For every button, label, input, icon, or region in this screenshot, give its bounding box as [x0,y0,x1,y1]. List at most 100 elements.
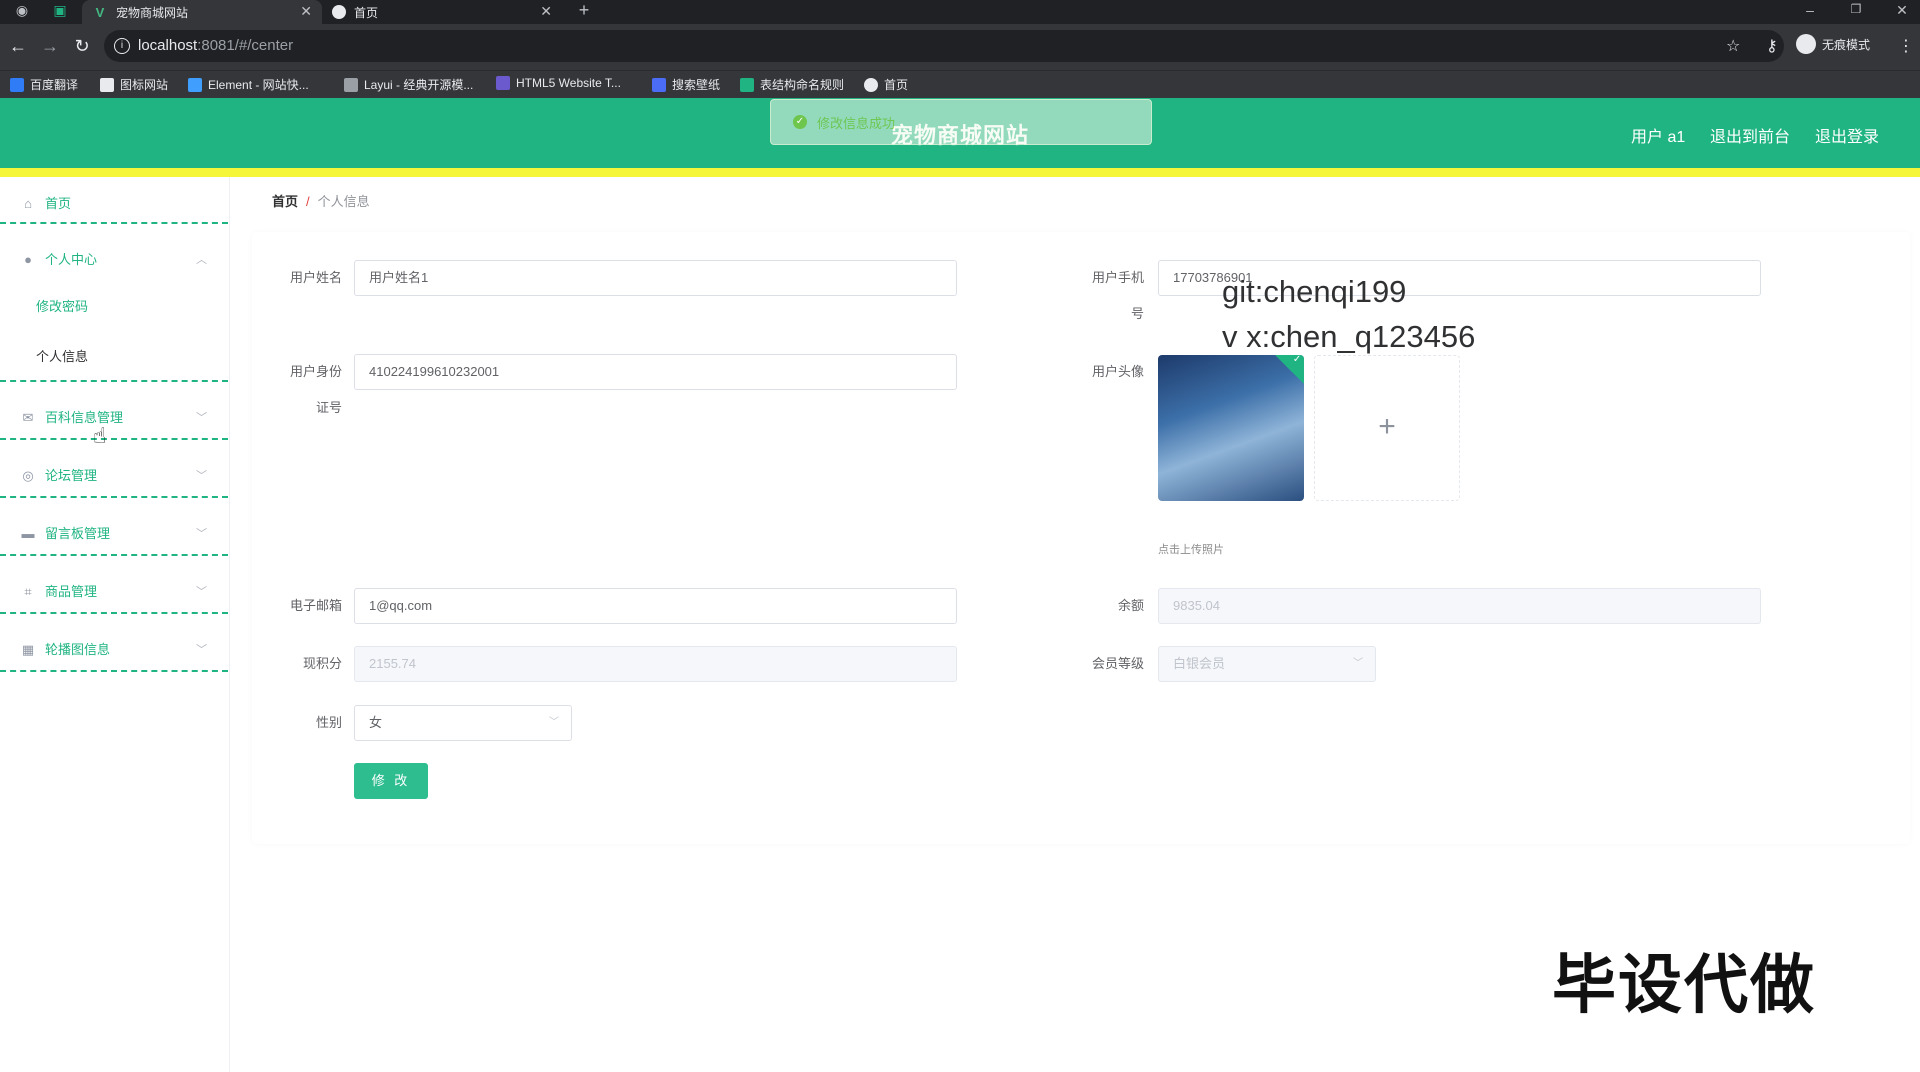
back-icon[interactable]: ← [8,36,28,57]
bookmarks-bar: 百度翻译 图标网站 Element - 网站快... Layui - 经典开源模… [0,70,1920,98]
sidebar-item-label: 个人中心 [45,252,98,267]
divider [0,438,228,440]
member-level-label: 会员等级 [1091,656,1144,671]
member-level-select: 白银会员 ﹀ [1158,646,1376,682]
gender-label: 性别 [315,715,342,730]
phone-label: 用户手机 [1091,270,1144,285]
points-label: 现积分 [302,656,342,671]
bookmark-label: HTML5 Website T... [516,76,621,90]
sheet-icon [740,77,754,92]
points-input: 2155.74 [354,646,957,682]
bookmark-item[interactable]: 首页 [864,76,908,93]
email-label: 电子邮箱 [289,598,342,613]
sidebar-subitem-personal-info[interactable]: 个人信息 [36,346,88,365]
upload-tip: 点击上传照片 [1158,544,1224,556]
user-icon: ● [24,252,32,267]
back-to-front-link[interactable]: 退出到前台 [1710,123,1790,147]
id-number-input[interactable]: 410224199610232001 [354,354,957,390]
home-icon: ⌂ [24,196,32,211]
logout-link[interactable]: 退出登录 [1815,123,1879,147]
submit-button[interactable]: 修 改 [354,763,428,799]
restore-icon[interactable]: ❐ [1846,2,1866,16]
divider [0,380,228,382]
chevron-down-icon: ﹀ [196,470,207,482]
chevron-down-icon: ﹀ [196,528,207,540]
sidebar-item-home[interactable]: ⌂ 首页 [0,177,228,233]
menu-dots-icon[interactable]: ⋮ [1898,36,1914,56]
bookmark-label: 图标网站 [120,78,169,92]
bookmark-item[interactable]: Element - 网站快... [188,76,309,93]
bookmark-item[interactable]: Layui - 经典开源模... [344,76,473,93]
sidebar-item-label: 商品管理 [45,584,98,599]
address-bar[interactable]: i localhost:8081/#/center [104,30,1784,62]
minimize-icon[interactable]: – [1800,2,1820,18]
chevron-up-icon: ︿ [196,254,207,266]
grid-icon: ▦ [21,642,35,657]
avatar-image[interactable]: ✓ [1158,355,1304,501]
toast-message: 修改信息成功 [817,115,896,131]
balance-input: 9835.04 [1158,588,1761,624]
tab-title: 宠物商城网站 [116,5,189,20]
close-tab-icon[interactable]: ✕ [300,3,312,20]
bookmark-star-icon[interactable]: ☆ [1726,36,1740,56]
gender-value: 女 [369,715,383,730]
site-info-icon[interactable]: i [114,38,130,54]
briefcase-icon: ▬ [21,526,35,541]
email-input[interactable]: 1@qq.com [354,588,957,624]
breadcrumb-current: 个人信息 [317,194,370,209]
upload-avatar-button[interactable]: + [1314,355,1460,501]
divider [0,496,228,498]
browser-tab[interactable]: 首页 ✕ [322,0,562,24]
sidebar-subitem-change-password[interactable]: 修改密码 [36,296,88,315]
name-input[interactable]: 用户姓名1 [354,260,957,296]
url-host: localhost [138,37,198,54]
bookmark-item[interactable]: 表结构命名规则 [740,76,844,93]
gender-select[interactable]: 女 ﹀ [354,705,572,741]
browser-toolbar: ← → ↻ i localhost:8081/#/center ☆ ⚷ 无痕模式… [0,24,1920,70]
member-level-value: 白银会员 [1173,656,1226,671]
divider [0,554,228,556]
bookmark-item[interactable]: 搜索壁纸 [652,76,720,93]
reload-icon[interactable]: ↻ [72,36,92,57]
chevron-down-icon: ﹀ [196,586,207,598]
bookmark-label: 搜索壁纸 [672,78,721,92]
forum-icon: ◎ [22,468,34,483]
check-icon: ✓ [1292,355,1302,365]
sidebar-item-personal-center[interactable]: ● 个人中心 ︿ [0,233,228,289]
id-number-label: 用户身份 [289,364,342,379]
bookmark-item[interactable]: 百度翻译 [10,76,78,93]
key-icon[interactable]: ⚷ [1766,36,1778,56]
layui-icon [344,77,358,92]
globe-icon [332,5,346,19]
crop-icon: ⌗ [24,584,32,599]
id-number-label-line2: 证号 [315,400,342,415]
close-window-icon[interactable]: ✕ [1892,2,1912,19]
watermark-big: 毕设代做 [1552,949,1816,1021]
new-tab-button[interactable]: + [574,0,594,21]
globe-icon [864,77,878,92]
close-tab-icon[interactable]: ✕ [540,3,552,20]
divider [0,222,228,224]
divider [0,612,228,614]
element-icon [188,77,202,92]
breadcrumb-separator: / [306,194,310,209]
sidebar-item-label: 百科信息管理 [45,410,124,425]
sidebar-item-label: 留言板管理 [45,526,111,541]
bookmark-label: 首页 [884,78,909,92]
profile-form-card [252,232,1910,844]
browser-tab-active[interactable]: V 宠物商城网站 ✕ [82,0,322,24]
translate-icon [10,77,24,92]
bookmark-item[interactable]: HTML5 Website T... [496,76,621,90]
url-path: :8081/#/center [197,37,294,54]
forward-icon[interactable]: → [40,36,60,57]
incognito-profile[interactable]: 无痕模式 [1796,34,1870,54]
browser-tab-strip: ◉ ▣ V 宠物商城网站 ✕ 首页 ✕ + – ❐ ✕ [0,0,1920,24]
divider [0,670,228,672]
breadcrumb-home[interactable]: 首页 [272,194,298,209]
bookmark-label: 表结构命名规则 [760,78,845,92]
bookmark-item[interactable]: 图标网站 [100,76,168,93]
sidebar-item-label: 首页 [45,196,72,211]
pinned-tab-icon[interactable]: ▣ [50,2,70,19]
chevron-down-icon: ﹀ [196,644,207,656]
avatar-label: 用户头像 [1091,364,1144,379]
